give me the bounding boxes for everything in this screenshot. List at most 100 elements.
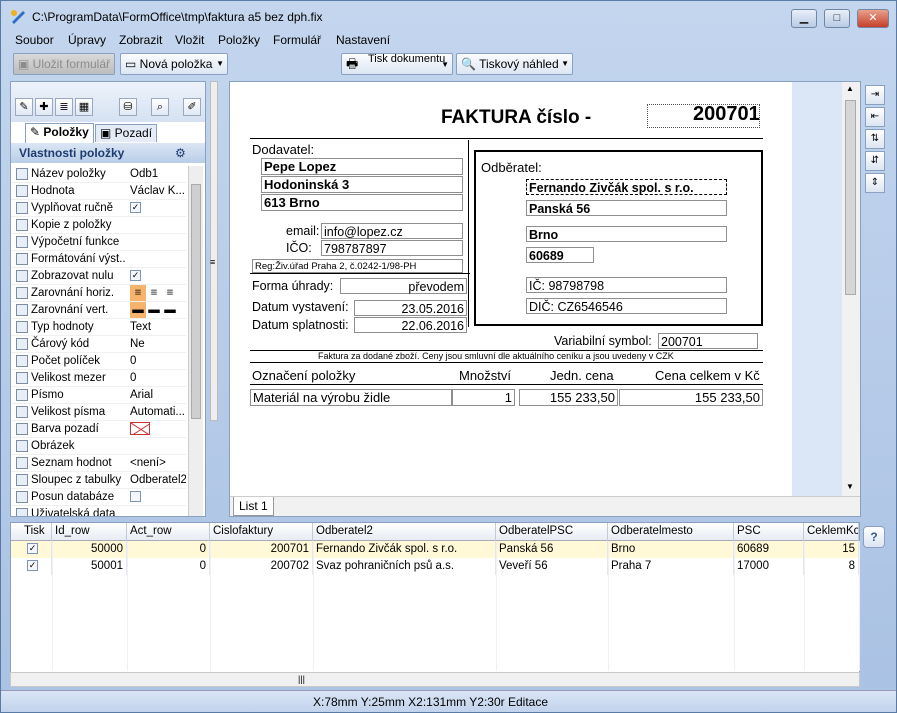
grid-hscrollbar[interactable]: ||| bbox=[10, 672, 860, 687]
grid-cell[interactable]: Fernando Zivčák spol. s r.o. bbox=[313, 541, 496, 558]
property-value[interactable]: ≡ ≡ ≡ bbox=[130, 285, 186, 301]
grid-cell[interactable]: 50000 bbox=[52, 541, 127, 558]
property-row[interactable]: Zarovnání horiz. ≡ ≡ ≡ bbox=[11, 285, 186, 302]
item-name-field[interactable]: Materiál na výrobu židle bbox=[250, 389, 452, 406]
due-date-field[interactable]: 22.06.2016 bbox=[354, 317, 467, 333]
property-value[interactable]: ▬ ▬ ▬ bbox=[130, 302, 186, 318]
canvas-vscrollbar[interactable]: ▲ ▼ bbox=[842, 82, 860, 496]
property-value[interactable]: 0 bbox=[130, 353, 186, 369]
save-form-button[interactable]: ▣ Uložit formulář bbox=[13, 53, 115, 75]
customer-ic-field[interactable]: IČ: 98798798 bbox=[526, 277, 727, 293]
same-size-icon[interactable]: ⇕ bbox=[865, 173, 885, 193]
property-row[interactable]: Hodnota Václav K... bbox=[11, 183, 186, 200]
property-row[interactable]: Písmo Arial bbox=[11, 387, 186, 404]
tool-grid-icon[interactable]: ▦ bbox=[75, 98, 93, 116]
tab-pozadi[interactable]: ▣ Pozadí bbox=[95, 124, 158, 142]
grid-cell[interactable]: Veveří 56 bbox=[496, 558, 608, 575]
property-row[interactable]: Sloupec z tabulky Odberatel2 bbox=[11, 472, 186, 489]
property-row[interactable]: Posun databáze bbox=[11, 489, 186, 506]
property-row[interactable]: Vyplňovat ručně ✓ bbox=[11, 200, 186, 217]
close-button[interactable]: ✕ bbox=[857, 9, 889, 28]
tool-edit-icon[interactable]: ✎ bbox=[15, 98, 33, 116]
property-value[interactable]: ✓ bbox=[130, 200, 186, 216]
variable-symbol-field[interactable]: 200701 bbox=[658, 333, 758, 349]
item-unit-price-field[interactable]: 155 233,50 bbox=[519, 389, 618, 406]
align-option-icon[interactable]: ▬ bbox=[162, 302, 178, 318]
print-button[interactable]: 🖶 Tisk dokumentu ▼ bbox=[341, 53, 453, 75]
menu-upravy[interactable]: Úpravy bbox=[68, 33, 106, 47]
grid-cell[interactable]: Brno bbox=[608, 541, 734, 558]
grid-cell[interactable]: Panská 56 bbox=[496, 541, 608, 558]
scroll-up-icon[interactable]: ▲ bbox=[846, 84, 854, 93]
property-value[interactable]: <není> bbox=[130, 455, 186, 471]
grid-cell[interactable]: Praha 7 bbox=[608, 558, 734, 575]
customer-street-field[interactable]: Panská 56 bbox=[526, 200, 727, 216]
customer-city-field[interactable]: Brno bbox=[526, 226, 727, 242]
property-row[interactable]: Velikost mezer 0 bbox=[11, 370, 186, 387]
invoice-title[interactable]: FAKTURA číslo - bbox=[441, 107, 591, 129]
menu-soubor[interactable]: Soubor bbox=[15, 33, 54, 47]
invoice-number[interactable]: 200701 bbox=[693, 103, 760, 126]
supplier-name-field[interactable]: Pepe Lopez bbox=[261, 158, 463, 175]
align-option-icon[interactable]: ≡ bbox=[162, 285, 178, 301]
scroll-down-icon[interactable]: ▼ bbox=[846, 482, 854, 491]
no-color-swatch[interactable] bbox=[130, 422, 150, 436]
grid-row[interactable]: ✓ 50001 0 200702 Svaz pohraničních psů a.s. V… bbox=[11, 558, 859, 575]
property-row[interactable]: Seznam hodnot <není> bbox=[11, 455, 186, 472]
email-field[interactable]: info@lopez.cz bbox=[321, 223, 463, 239]
property-row[interactable]: Obrázek bbox=[11, 438, 186, 455]
item-qty-field[interactable]: 1 bbox=[452, 389, 515, 406]
tab-polozky[interactable]: ✎ Položky bbox=[25, 123, 94, 143]
property-value[interactable]: Text bbox=[130, 319, 186, 335]
grid-col-header[interactable]: PSC bbox=[734, 523, 804, 541]
invoice-note[interactable]: Faktura za dodané zboží. Ceny jsou smluv… bbox=[318, 351, 674, 361]
property-row[interactable]: Výpočetní funkce bbox=[11, 234, 186, 251]
grid-cell[interactable]: 0 bbox=[127, 541, 210, 558]
tool-add-icon[interactable]: ✚ bbox=[35, 98, 53, 116]
customer-name-field[interactable]: Fernando Zivčák spol. s r.o. bbox=[526, 179, 727, 195]
property-row[interactable]: Barva pozadí bbox=[11, 421, 186, 438]
align-option-icon[interactable]: ▬ bbox=[130, 302, 146, 318]
property-checkbox[interactable]: ✓ bbox=[130, 202, 141, 214]
supplier-street-field[interactable]: Hodoninská 3 bbox=[261, 176, 463, 193]
item-total-field[interactable]: 155 233,50 bbox=[619, 389, 763, 406]
property-value[interactable]: Automati... bbox=[130, 404, 186, 420]
property-value[interactable] bbox=[130, 421, 186, 437]
properties-settings-icon[interactable]: ⚙ bbox=[175, 143, 186, 163]
grid-col-header[interactable]: Tisk bbox=[21, 523, 52, 541]
grid-cell[interactable]: ✓ bbox=[21, 541, 52, 558]
grid-cell[interactable]: 50001 bbox=[52, 558, 127, 575]
menu-nastaveni[interactable]: Nastavení bbox=[336, 33, 390, 47]
property-value[interactable]: Václav K... bbox=[130, 183, 186, 199]
property-row[interactable]: Zobrazovat nulu ✓ bbox=[11, 268, 186, 285]
property-value[interactable]: Odb1 bbox=[130, 166, 186, 182]
property-value[interactable]: Odberatel2 bbox=[130, 472, 186, 488]
tool-db-icon[interactable]: ⛁ bbox=[119, 98, 137, 116]
align-option-icon[interactable]: ≡ bbox=[146, 285, 162, 301]
property-value[interactable]: Ne bbox=[130, 336, 186, 352]
supplier-city-field[interactable]: 613 Brno bbox=[261, 194, 463, 211]
menu-vlozit[interactable]: Vložit bbox=[175, 33, 204, 47]
minimize-button[interactable]: ▁ bbox=[791, 9, 817, 28]
grid-cell[interactable]: ✓ bbox=[21, 558, 52, 575]
ico-field[interactable]: 798787897 bbox=[321, 240, 463, 256]
new-item-button[interactable]: ▭ Nová položka ▼ bbox=[120, 53, 228, 75]
print-checkbox[interactable]: ✓ bbox=[27, 560, 38, 572]
grid-col-header[interactable]: CeklemKc bbox=[804, 523, 859, 541]
grid-col-header[interactable]: Id_row bbox=[52, 523, 127, 541]
grid-col-header[interactable]: Odberatelmesto bbox=[608, 523, 734, 541]
align-bottom-icon[interactable]: ⇤ bbox=[865, 107, 885, 127]
property-row[interactable]: Čárový kód Ne bbox=[11, 336, 186, 353]
grid-col-header[interactable]: OdberatelPSC bbox=[496, 523, 608, 541]
maximize-button[interactable]: □ bbox=[824, 9, 850, 28]
print-preview-button[interactable]: 🔍 Tiskový náhled ▼ bbox=[456, 53, 573, 75]
menu-zobrazit[interactable]: Zobrazit bbox=[119, 33, 162, 47]
grid-cell[interactable]: 200702 bbox=[210, 558, 313, 575]
grid-col-header[interactable]: Cislofaktury bbox=[210, 523, 313, 541]
property-row[interactable]: Typ hodnoty Text bbox=[11, 319, 186, 336]
print-checkbox[interactable]: ✓ bbox=[27, 543, 38, 555]
align-right-icon[interactable]: ⇵ bbox=[865, 151, 885, 171]
property-row[interactable]: Velikost písma Automati... bbox=[11, 404, 186, 421]
property-checkbox[interactable]: ✓ bbox=[130, 270, 141, 282]
registration-field[interactable]: Reg:Živ.úřad Praha 2, č.0242-1/98-PH bbox=[252, 259, 463, 273]
